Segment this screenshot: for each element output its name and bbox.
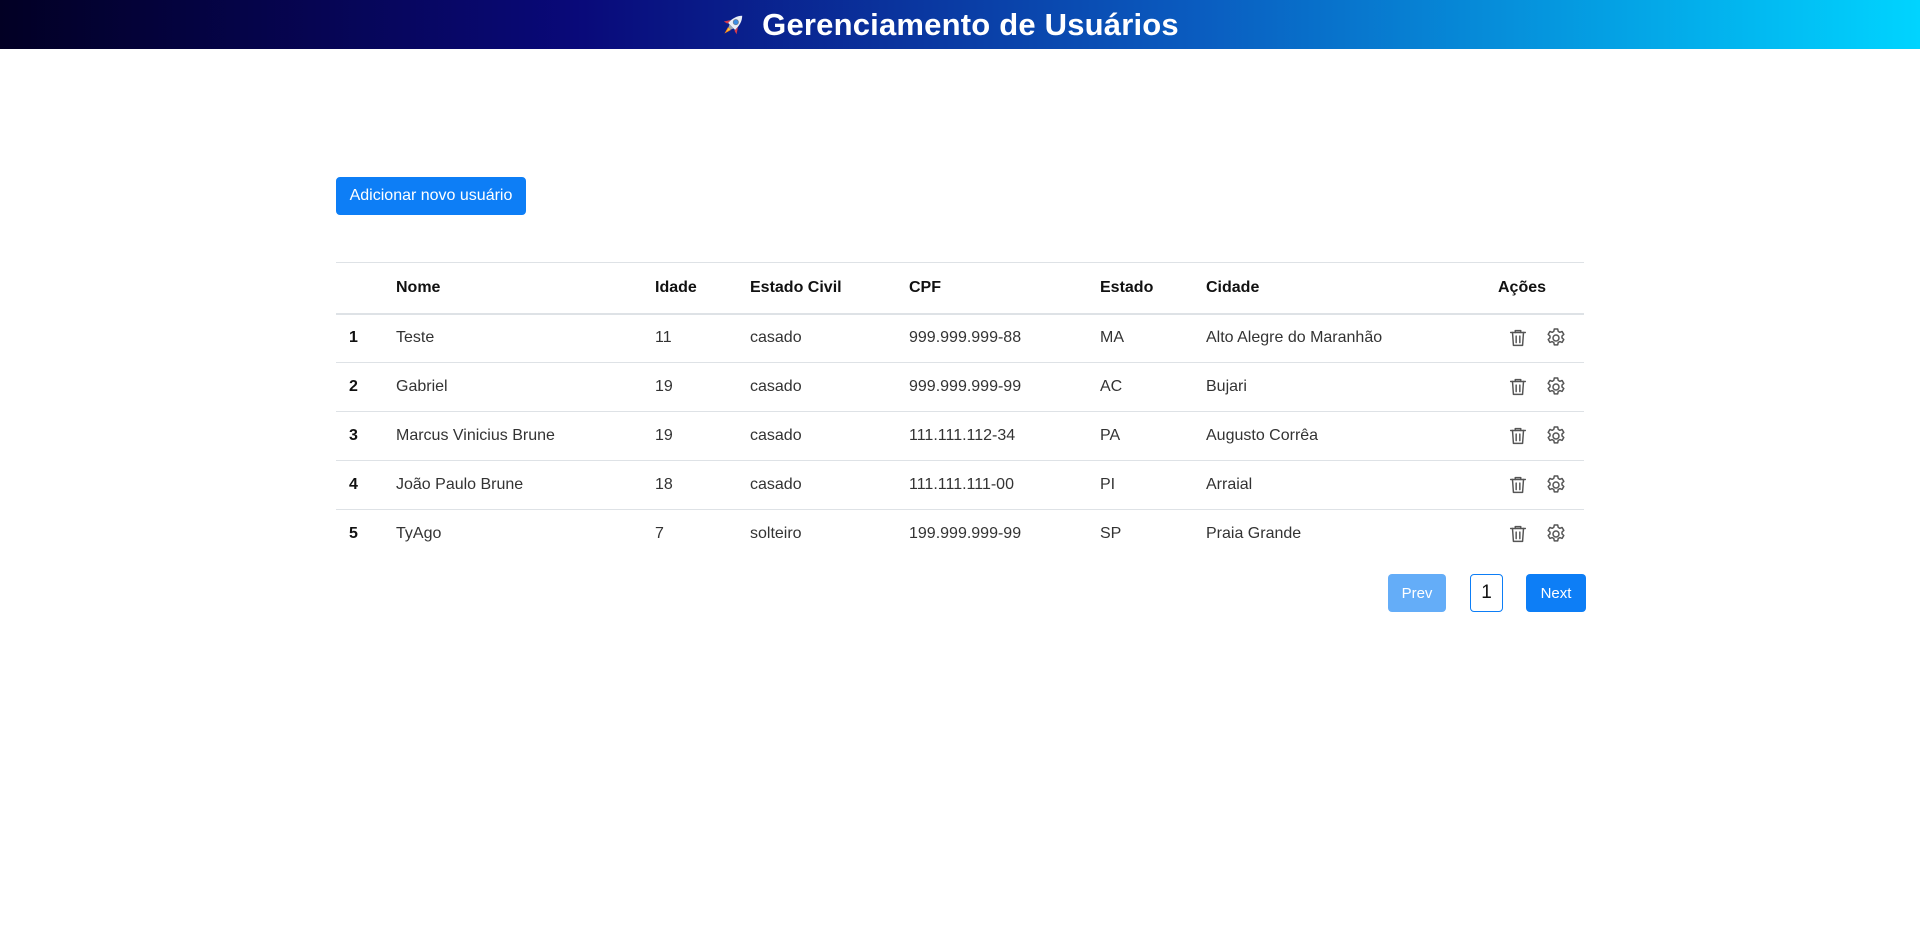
table-row: 3 Marcus Vinicius Brune 19 casado 111.11… — [336, 411, 1584, 461]
table-header-row: Nome Idade Estado Civil CPF Estado Cidad… — [336, 262, 1584, 315]
table-row: 4 João Paulo Brune 18 casado 111.111.111… — [336, 460, 1584, 510]
rocket-icon — [718, 10, 748, 40]
cell-estado-civil: casado — [750, 313, 909, 363]
cell-actions — [1498, 411, 1584, 461]
gear-icon[interactable] — [1544, 326, 1568, 350]
cell-cpf: 999.999.999-99 — [909, 362, 1100, 412]
cell-estado-civil: casado — [750, 362, 909, 412]
add-user-button[interactable]: Adicionar novo usuário — [336, 177, 526, 215]
cell-estado: MA — [1100, 313, 1206, 363]
cell-nome: TyAgo — [396, 525, 442, 543]
trash-icon[interactable] — [1506, 375, 1530, 399]
users-table-container: Nome Idade Estado Civil CPF Estado Cidad… — [336, 262, 1584, 559]
column-header-acoes: Ações — [1498, 262, 1584, 315]
cell-cidade: Praia Grande — [1206, 525, 1302, 543]
column-header-nome: Nome — [396, 262, 655, 315]
cell-cpf: 199.999.999-99 — [909, 525, 1022, 543]
cell-cpf: 999.999.999-88 — [909, 313, 1100, 363]
column-header-estado: Estado — [1100, 262, 1206, 315]
page-number[interactable]: 1 — [1470, 574, 1503, 612]
prev-page-button[interactable]: Prev — [1388, 574, 1446, 612]
row-index: 4 — [336, 460, 396, 510]
table-row: 1 Teste 11 casado 999.999.999-88 MA Alto… — [336, 313, 1584, 363]
cell-nome: Marcus Vinicius Brune — [396, 411, 655, 461]
cell-idade: 19 — [655, 411, 750, 461]
cell-actions — [1498, 313, 1584, 363]
cell-idade: 19 — [655, 362, 750, 412]
row-index: 1 — [336, 313, 396, 363]
cell-estado-civil: solteiro — [750, 525, 802, 543]
cell-cidade: Bujari — [1206, 362, 1498, 412]
row-index: 2 — [336, 362, 396, 412]
cell-estado: PA — [1100, 411, 1206, 461]
cell-nome: João Paulo Brune — [396, 460, 655, 510]
cell-cpf: 111.111.111-00 — [909, 460, 1100, 510]
row-index: 3 — [336, 411, 396, 461]
pagination: Prev 1 Next — [1388, 574, 1586, 612]
cell-idade: 11 — [655, 313, 750, 363]
cell-estado: AC — [1100, 362, 1206, 412]
trash-icon[interactable] — [1506, 326, 1530, 350]
table-row: 5 TyAgo 7 solteiro 199.999.999-99 SP Pra… — [336, 510, 1584, 559]
gear-icon[interactable] — [1544, 473, 1568, 497]
header-content: Gerenciamento de Usuários — [718, 7, 1179, 43]
column-header-estado-civil: Estado Civil — [750, 262, 909, 315]
cell-cidade: Arraial — [1206, 460, 1498, 510]
cell-actions — [1498, 460, 1584, 510]
cell-actions — [1498, 362, 1584, 412]
table-row: 2 Gabriel 19 casado 999.999.999-99 AC Bu… — [336, 362, 1584, 412]
column-header-index — [336, 262, 396, 315]
column-header-cpf: CPF — [909, 262, 1100, 315]
app-header: Gerenciamento de Usuários — [0, 0, 1920, 49]
cell-estado-civil: casado — [750, 460, 909, 510]
users-table: Nome Idade Estado Civil CPF Estado Cidad… — [336, 262, 1584, 559]
row-index: 5 — [349, 525, 358, 543]
cell-actions — [1498, 510, 1584, 559]
cell-idade: 7 — [655, 525, 664, 543]
cell-cidade: Alto Alegre do Maranhão — [1206, 313, 1498, 363]
cell-nome: Gabriel — [396, 362, 655, 412]
cell-estado: SP — [1100, 525, 1122, 543]
column-header-cidade: Cidade — [1206, 262, 1498, 315]
column-header-idade: Idade — [655, 262, 750, 315]
cell-nome: Teste — [396, 313, 655, 363]
gear-icon[interactable] — [1544, 375, 1568, 399]
trash-icon[interactable] — [1506, 424, 1530, 448]
gear-icon[interactable] — [1544, 424, 1568, 448]
next-page-button[interactable]: Next — [1526, 574, 1586, 612]
cell-estado-civil: casado — [750, 411, 909, 461]
gear-icon[interactable] — [1544, 522, 1568, 546]
cell-cidade: Augusto Corrêa — [1206, 411, 1498, 461]
cell-idade: 18 — [655, 460, 750, 510]
page-title: Gerenciamento de Usuários — [762, 6, 1179, 42]
trash-icon[interactable] — [1506, 522, 1530, 546]
cell-cpf: 111.111.112-34 — [909, 411, 1100, 461]
trash-icon[interactable] — [1506, 473, 1530, 497]
cell-estado: PI — [1100, 460, 1206, 510]
